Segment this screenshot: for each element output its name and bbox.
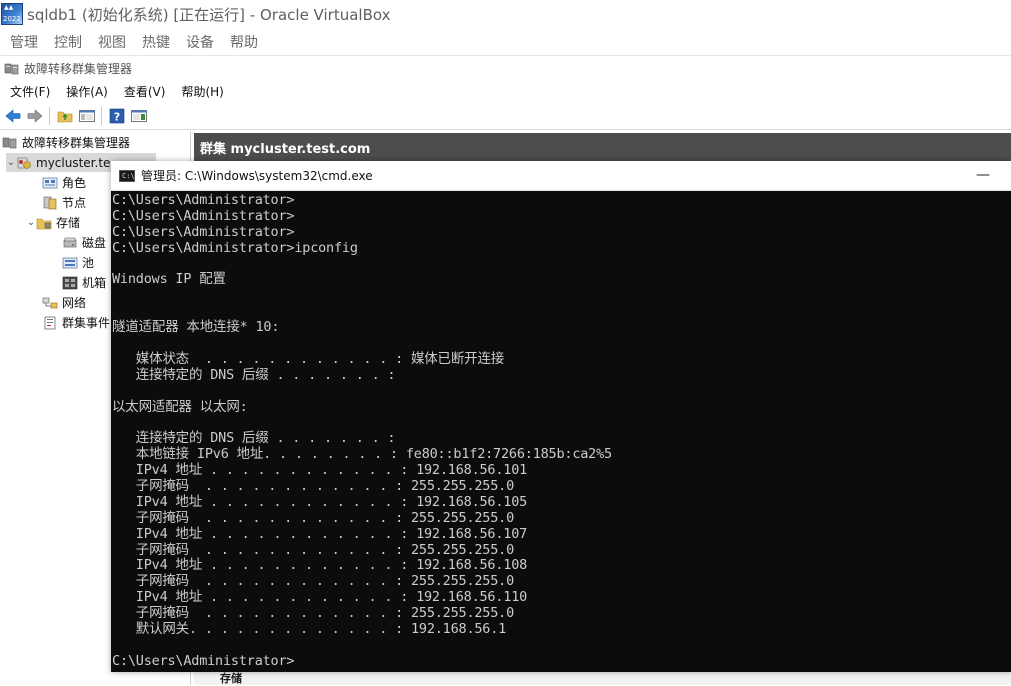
roles-icon <box>42 176 58 190</box>
tree-item-networks[interactable]: 网络 <box>42 293 86 312</box>
cmd-line <box>112 415 1010 431</box>
tree-item-label: 故障转移群集管理器 <box>22 136 131 150</box>
vbox-menu-manage[interactable]: 管理 <box>10 32 38 52</box>
cmd-line: 连接特定的 DNS 后缀 . . . . . . . : <box>112 430 396 447</box>
cmd-line: C:\Users\Administrator>ipconfig <box>112 239 358 256</box>
cmd-line: 媒体状态 . . . . . . . . . . . . : 媒体已断开连接 <box>112 350 505 367</box>
chevron-down-icon[interactable]: ⌄ <box>6 157 16 168</box>
vbox-menu-devices[interactable]: 设备 <box>186 32 214 52</box>
cmd-output[interactable]: C:\Users\Administrator> C:\Users\Administ… <box>112 193 1010 672</box>
cmd-line <box>112 384 1010 400</box>
cmd-line: C:\Users\Administrator> <box>112 193 295 208</box>
tree-item-label: 角色 <box>62 176 87 190</box>
back-arrow-icon[interactable] <box>4 107 22 125</box>
vbox-menubar: 管理 控制 视图 热键 设备 帮助 <box>0 28 1011 55</box>
tree-item-root[interactable]: 故障转移群集管理器 <box>2 133 130 152</box>
toolbar-separator <box>101 107 102 125</box>
failover-cluster-manager-icon <box>4 61 20 75</box>
cmd-line: Windows IP 配置 <box>112 271 226 288</box>
tree-item-nodes[interactable]: 节点 <box>42 193 86 212</box>
svg-text:?: ? <box>114 111 120 124</box>
cmd-titlebar[interactable]: C:\ 管理员: C:\Windows\system32\cmd.exe — <box>111 161 1011 191</box>
cmd-line <box>112 336 1010 352</box>
cmd-line: IPv4 地址 . . . . . . . . . . . . : 192.16… <box>112 589 528 606</box>
cmd-line: 子网掩码 . . . . . . . . . . . . : 255.255.2… <box>112 605 515 622</box>
toolbar-separator <box>49 107 50 125</box>
mmc-titlebar: 故障转移群集管理器 <box>0 55 1011 80</box>
mmc-title: 故障转移群集管理器 <box>24 61 133 76</box>
cluster-icon <box>16 156 32 170</box>
cmd-title: 管理员: C:\Windows\system32\cmd.exe <box>141 169 373 183</box>
mmc-menu-help[interactable]: 帮助(H) <box>181 83 223 100</box>
vbox-titlebar: ▲▲ 2022 sqldb1 (初始化系统) [正在运行] - Oracle V… <box>0 0 1011 28</box>
failover-cluster-manager-icon <box>2 136 18 150</box>
tree-item-label: 机箱 <box>82 276 107 290</box>
enclosure-icon <box>62 276 78 290</box>
cmd-line <box>112 638 1010 654</box>
cmd-line: 本地链接 IPv6 地址. . . . . . . . : fe80::b1f2… <box>112 446 612 463</box>
up-folder-icon[interactable] <box>56 107 74 125</box>
tree-item-label: 磁盘 <box>82 236 107 250</box>
cmd-icon: C:\ <box>119 169 135 182</box>
cmd-line: 连接特定的 DNS 后缀 . . . . . . . : <box>112 366 396 383</box>
mmc-menu-view[interactable]: 查看(V) <box>124 83 166 100</box>
cmd-line <box>112 257 1010 273</box>
tree-item-enclosures[interactable]: 机箱 <box>62 273 106 292</box>
chevron-down-icon[interactable]: ⌄ <box>26 217 36 228</box>
right-pane-storage-label: 存储 <box>220 672 242 685</box>
mmc-menubar: 文件(F) 操作(A) 查看(V) 帮助(H) <box>0 80 1011 102</box>
nodes-icon <box>42 196 58 210</box>
logo-year: 2022 <box>3 15 21 23</box>
action-pane-icon[interactable] <box>130 107 148 125</box>
mmc-toolbar: ? <box>0 103 1011 130</box>
vbox-menu-control[interactable]: 控制 <box>54 32 82 52</box>
cmd-line: C:\Users\Administrator> <box>112 223 295 240</box>
cmd-line: C:\Users\Administrator> <box>112 652 295 669</box>
tree-item-label: 池 <box>82 256 95 270</box>
tree-item-label: 节点 <box>62 196 87 210</box>
tree-item-label: 存储 <box>56 216 81 230</box>
help-icon[interactable]: ? <box>108 107 126 125</box>
mmc-menu-action[interactable]: 操作(A) <box>66 83 108 100</box>
network-icon <box>42 296 58 310</box>
pool-icon <box>62 256 78 270</box>
window-title: sqldb1 (初始化系统) [正在运行] - Oracle VirtualBo… <box>27 5 391 24</box>
forward-arrow-icon[interactable] <box>26 107 44 125</box>
cmd-window[interactable]: C:\ 管理员: C:\Windows\system32\cmd.exe — C… <box>111 161 1011 672</box>
cmd-line: 默认网关. . . . . . . . . . . . . : 192.168.… <box>112 621 507 638</box>
cmd-line: 以太网适配器 以太网: <box>112 398 248 415</box>
cmd-line <box>112 304 1010 320</box>
console-tree-icon[interactable] <box>78 107 96 125</box>
cmd-line: 子网掩码 . . . . . . . . . . . . : 255.255.2… <box>112 478 515 495</box>
cluster-events-icon <box>42 316 58 330</box>
tree-item-label: 网络 <box>62 296 87 310</box>
tree-item-cluster-events[interactable]: 群集事件 <box>42 313 110 332</box>
minimize-button[interactable]: — <box>973 167 993 183</box>
vbox-menu-help[interactable]: 帮助 <box>230 32 258 52</box>
tree-item-disks[interactable]: 磁盘 <box>62 233 106 252</box>
cmd-line: 隧道适配器 本地连接* 10: <box>112 319 280 336</box>
vbox-menu-hotkeys[interactable]: 热键 <box>142 32 170 52</box>
tree-item-label: mycluster.te <box>36 155 111 170</box>
right-pane-header: 群集 mycluster.test.com <box>194 133 1011 161</box>
storage-folder-icon <box>36 216 52 230</box>
cmd-line: 子网掩码 . . . . . . . . . . . . : 255.255.2… <box>112 541 515 558</box>
tree-item-pools[interactable]: 池 <box>62 253 94 272</box>
tree-item-storage[interactable]: ⌄ 存储 <box>26 213 80 232</box>
cmd-line: C:\Users\Administrator> <box>112 207 295 224</box>
cmd-line: IPv4 地址 . . . . . . . . . . . . : 192.16… <box>112 493 528 510</box>
vbox-menu-view[interactable]: 视图 <box>98 32 126 52</box>
disk-icon <box>62 236 78 250</box>
tree-item-roles[interactable]: 角色 <box>42 173 86 192</box>
cmd-line: IPv4 地址 . . . . . . . . . . . . : 192.16… <box>112 525 528 542</box>
cmd-line: 子网掩码 . . . . . . . . . . . . : 255.255.2… <box>112 509 515 526</box>
cmd-line: IPv4 地址 . . . . . . . . . . . . : 192.16… <box>112 557 528 574</box>
virtualbox-logo-icon: ▲▲ 2022 <box>1 3 23 25</box>
cmd-line <box>112 288 1010 304</box>
tree-item-label: 群集事件 <box>62 316 111 330</box>
mmc-menu-file[interactable]: 文件(F) <box>10 83 50 100</box>
cmd-line: IPv4 地址 . . . . . . . . . . . . : 192.16… <box>112 462 528 479</box>
cmd-line: 子网掩码 . . . . . . . . . . . . : 255.255.2… <box>112 573 515 590</box>
